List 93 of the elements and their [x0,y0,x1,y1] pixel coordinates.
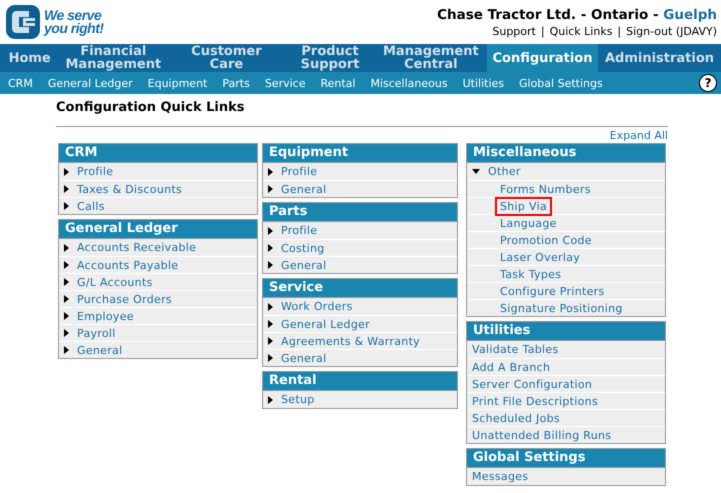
link[interactable]: Agreements & Warranty [276,332,425,350]
nav-tab[interactable]: Customer Care [167,44,286,72]
subnav-link[interactable]: Global Settings [519,76,603,90]
expand-all-link[interactable]: Expand All [610,129,668,142]
link[interactable]: Work Orders [276,297,358,316]
caret-right-icon [64,168,69,176]
link[interactable]: Employee [72,306,139,326]
header-link[interactable]: Support [492,25,536,38]
link[interactable]: Purchase Orders [72,290,177,308]
caret-right-icon [64,346,69,354]
link[interactable]: Server Configuration [467,374,598,394]
caret-right-icon [268,261,273,269]
link[interactable]: General [276,348,332,368]
link[interactable]: Accounts Payable [72,256,184,274]
panel-header: Miscellaneous [467,144,665,163]
link[interactable]: Profile [276,162,322,181]
link[interactable]: Language [495,214,562,232]
panel-header: General Ledger [59,220,257,239]
caret-right-icon [268,396,273,404]
link[interactable]: Add A Branch [467,358,556,376]
caret-right-icon [64,295,69,303]
nav-tab[interactable]: Configuration [487,44,598,72]
caret-right-icon [268,302,273,310]
caret-right-icon [268,226,273,234]
panel-header: Equipment [263,144,457,163]
panel-header: Service [263,279,457,298]
link[interactable]: Unattended Billing Runs [467,426,616,444]
logo-icon [5,4,41,40]
link[interactable]: General [72,340,128,360]
panel-header: CRM [59,144,257,163]
nav-tab[interactable]: Financial Management [59,44,168,72]
nav-tab[interactable]: Management Central [374,44,487,72]
subnav-link[interactable]: CRM [8,76,33,90]
caret-right-icon [268,168,273,176]
link[interactable]: Messages [467,467,534,486]
subnav-link[interactable]: Parts [222,76,250,90]
panel-header: Rental [263,372,457,391]
panel-header: Global Settings [467,449,665,468]
link[interactable]: Scheduled Jobs [467,408,565,428]
subnav-link[interactable]: Equipment [148,76,208,90]
link[interactable]: Costing [276,238,330,258]
caret-right-icon [64,185,69,193]
link[interactable]: Promotion Code [495,230,597,250]
link[interactable]: G/L Accounts [72,272,158,292]
link[interactable]: Validate Tables [467,340,564,359]
link[interactable]: General [276,256,332,274]
panel-header: Parts [263,203,457,222]
link[interactable]: Laser Overlay [495,248,586,266]
link[interactable]: Print File Descriptions [467,392,603,410]
link[interactable]: Accounts Receivable [72,238,202,257]
caret-right-icon [64,202,69,210]
page-title: Configuration Quick Links [56,94,668,127]
link[interactable]: Setup [276,390,320,409]
subnav-link[interactable]: General Ledger [48,76,133,90]
caret-right-icon [268,337,273,345]
help-icon[interactable]: ? [699,74,717,92]
subnav-link[interactable]: Service [264,76,306,90]
nav-tab[interactable]: Home [0,44,60,72]
link[interactable]: Signature Positioning [495,298,628,318]
link[interactable]: Profile [276,221,322,240]
group-link[interactable]: Other [483,162,526,181]
caret-right-icon [268,354,273,362]
header-link[interactable]: Quick Links [550,25,612,38]
header-link[interactable]: Sign-out (JDAVY) [626,25,717,38]
separator: | [617,25,622,38]
nav-tab[interactable]: Product Support [285,44,375,72]
branch-link[interactable]: Guelph [663,7,717,23]
caret-right-icon [268,320,273,328]
link[interactable]: Taxes & Discounts [72,180,188,198]
caret-right-icon [64,261,69,269]
slogan: We serve you right! [44,9,104,35]
caret-right-icon [64,278,69,286]
link[interactable]: Payroll [72,324,121,342]
caret-right-icon [268,244,273,252]
subnav-link[interactable]: Miscellaneous [370,76,448,90]
link[interactable]: Configure Printers [495,282,610,300]
link[interactable]: Forms Numbers [495,180,596,198]
caret-right-icon [64,244,69,252]
link[interactable]: Calls [72,196,110,216]
link[interactable]: Ship Via [495,196,552,216]
nav-tab[interactable]: Administration [598,44,721,72]
company-title: Chase Tractor Ltd. - Ontario - [437,7,659,23]
link[interactable]: Profile [72,162,118,181]
separator: | [540,25,545,38]
caret-right-icon [64,329,69,337]
subnav-link[interactable]: Utilities [462,76,504,90]
subnav-link[interactable]: Rental [320,76,356,90]
panel-header: Utilities [467,322,665,341]
link[interactable]: General Ledger [276,314,376,334]
caret-right-icon [64,312,69,320]
link[interactable]: General [276,180,332,198]
link[interactable]: Task Types [495,264,566,284]
caret-right-icon [268,185,273,193]
